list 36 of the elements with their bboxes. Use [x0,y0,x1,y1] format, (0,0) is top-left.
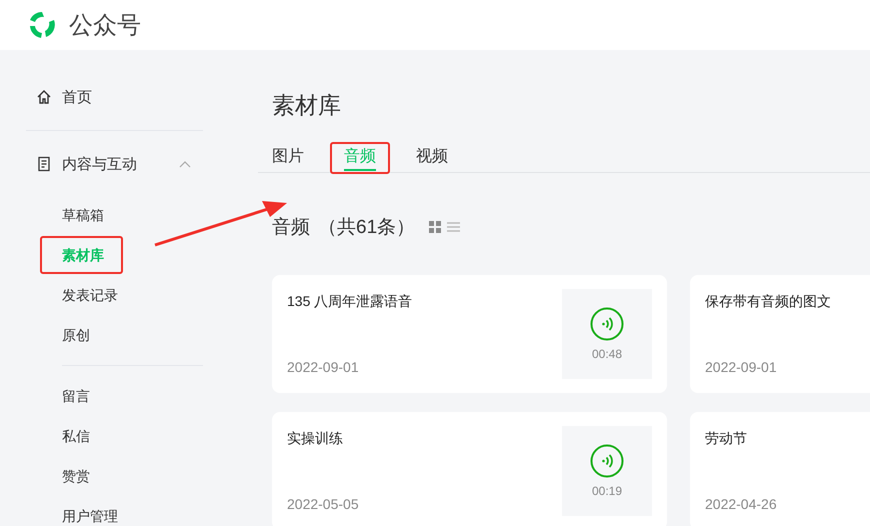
audio-title: 劳动节 [705,429,748,448]
nav-item[interactable]: 用户管理 [40,497,123,526]
audio-card[interactable]: 实操训练 2022-05-05 00:19 [272,412,667,526]
audio-icon [590,307,624,341]
grid-view-icon[interactable] [429,221,442,233]
nav-item[interactable]: 赞赏 [40,457,123,495]
document-icon [36,156,52,172]
app-title: 公众号 [69,11,141,41]
nav-item[interactable]: 草稿箱 [40,196,123,234]
audio-icon [590,444,624,478]
audio-title: 135 八周年泄露语音 [287,292,414,311]
section-title: 音频 [272,216,310,240]
audio-title: 保存带有音频的图文 [705,292,832,311]
audio-date: 2022-04-26 [705,496,778,514]
nav-group[interactable]: 内容与互动 [26,147,203,181]
audio-card[interactable]: 保存带有音频的图文 2022-09-01 [690,275,870,393]
audio-duration: 00:48 [592,347,622,361]
audio-date: 2022-05-05 [287,496,360,514]
audio-card[interactable]: 劳动节 2022-04-26 [690,412,870,526]
audio-card[interactable]: 135 八周年泄露语音 2022-09-01 00:48 [272,275,667,393]
home-icon [36,89,52,105]
audio-date: 2022-09-01 [705,359,778,377]
page-title: 素材库 [272,91,342,120]
list-view-icon[interactable] [447,221,460,233]
tab[interactable]: 图片 [258,142,318,174]
nav-item[interactable]: 发表记录 [40,276,123,314]
audio-title: 实操训练 [287,429,344,448]
audio-date: 2022-09-01 [287,359,360,377]
nav-item[interactable]: 留言 [40,377,123,415]
item-count: （共61条） [318,216,416,240]
nav-item[interactable]: 私信 [40,417,123,455]
audio-duration: 00:19 [592,484,622,498]
chevron-icon [179,160,191,168]
tab[interactable]: 视频 [402,142,462,174]
nav-item[interactable]: 原创 [40,316,123,354]
nav-item[interactable]: 首页 [26,80,203,114]
